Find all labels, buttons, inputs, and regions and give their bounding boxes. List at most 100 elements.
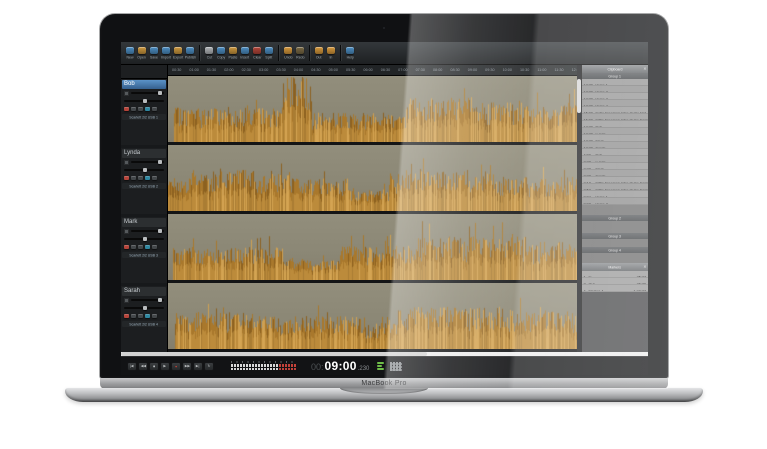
toolbar-export-button[interactable]: Export [172, 43, 184, 63]
pan-slider[interactable] [124, 168, 164, 172]
clipboard-list-item[interactable]: 3:18 Kittie Freeman Intro Outro Daria [582, 177, 648, 184]
marker-row[interactable]: 1 In 25:27 [582, 271, 648, 278]
toolbar-insert-button[interactable]: Insert [239, 43, 251, 63]
marker-row[interactable]: 4 Marker 4 1:40:27 [582, 285, 648, 292]
solo-button[interactable] [138, 314, 143, 318]
toolbar-out-button[interactable]: Out [313, 43, 325, 63]
clipboard-list-item[interactable]: 8:04 Voice 1 [582, 191, 648, 198]
markers-panel-header[interactable]: Markers ✕ [582, 263, 648, 271]
clipboard-list-item[interactable]: 17:30 Voice 3 [582, 93, 648, 100]
fx-button[interactable] [152, 314, 157, 318]
rewind-button[interactable]: ◀◀ [138, 361, 148, 371]
track-waveform-bob[interactable] [168, 76, 577, 142]
clipboard-panel-header[interactable]: Clipboard ✕ [582, 65, 648, 73]
record-arm-button[interactable] [124, 245, 129, 249]
input-select-box[interactable] [124, 297, 129, 303]
toolbar-new-button[interactable]: New [124, 43, 136, 63]
fast-forward-button[interactable]: ▶▶ [182, 361, 192, 371]
pan-slider-thumb[interactable] [143, 306, 148, 310]
input-select-box[interactable] [124, 159, 129, 165]
mute-button[interactable] [131, 107, 136, 111]
track-name-sarah[interactable]: Sarah [122, 287, 166, 296]
record-button[interactable]: ● [171, 361, 181, 371]
pan-slider-thumb[interactable] [143, 168, 148, 172]
track-lane-mark[interactable] [168, 214, 577, 280]
clipboard-list-item[interactable]: 17:30 Voice 4 [582, 100, 648, 107]
toolbar-split-button[interactable]: Split [263, 43, 275, 63]
input-select-box[interactable] [124, 228, 129, 234]
input-select-box[interactable] [124, 90, 129, 96]
volume-slider-thumb[interactable] [158, 91, 163, 95]
toolbar-paste-button[interactable]: Paste [227, 43, 239, 63]
clipboard-list-item[interactable]: 3:38 Lynda [582, 156, 648, 163]
volume-slider-thumb[interactable] [158, 298, 163, 302]
toolbar-import-button[interactable]: Import [160, 43, 172, 63]
track-lane-lynda[interactable] [168, 145, 577, 211]
clipboard-list-item[interactable]: 17:30 Mark [582, 135, 648, 142]
fx-button[interactable] [152, 176, 157, 180]
solo-button[interactable] [138, 107, 143, 111]
record-arm-button[interactable] [124, 176, 129, 180]
fx-button[interactable] [152, 107, 157, 111]
close-icon[interactable]: ✕ [643, 265, 646, 269]
timeline-ruler[interactable]: 00:30 01:00 01:30 02:00 02:30 03:00 03:30 04:00… [168, 65, 577, 76]
clipboard-list-item[interactable]: 3:52 Kittie Freeman Intro Outro Daria [582, 184, 648, 191]
track-name-lynda[interactable]: Lynda [122, 149, 166, 158]
horizontal-scrollbar[interactable] [121, 352, 648, 356]
volume-slider[interactable] [131, 160, 164, 164]
clipboard-list-item[interactable]: 17:30 Sarah [582, 142, 648, 149]
record-arm-button[interactable] [124, 314, 129, 318]
toolbar-cut-button[interactable]: Cut [203, 43, 215, 63]
toolbar-help-button[interactable]: Help [344, 43, 356, 63]
volume-slider[interactable] [131, 229, 164, 233]
track-name-bob[interactable]: Bob [122, 80, 166, 89]
vertical-scrollbar[interactable] [577, 65, 581, 352]
stop-button[interactable]: ■ [149, 361, 159, 371]
toolbar-copy-button[interactable]: Copy [215, 43, 227, 63]
audio-device-selector[interactable]: Scarlett 2i2 USB 4 [122, 321, 166, 327]
toolbar-in-button[interactable]: In [325, 43, 337, 63]
skip-to-start-button[interactable]: |◀ [127, 361, 137, 371]
close-icon[interactable]: ✕ [643, 67, 646, 71]
toolbar-open-button[interactable]: Open [136, 43, 148, 63]
track-waveform-sarah[interactable] [168, 283, 577, 349]
volume-slider[interactable] [131, 91, 164, 95]
monitor-button[interactable] [145, 107, 150, 111]
track-lane-sarah[interactable] [168, 283, 577, 349]
clipboard-list-item[interactable]: 4:00 Bob [582, 149, 648, 156]
clipboard-list-item[interactable]: 17:30 Voice 2 [582, 86, 648, 93]
audio-device-selector[interactable]: Scarlett 2i2 USB 3 [122, 252, 166, 258]
volume-slider-thumb[interactable] [158, 229, 163, 233]
pan-slider[interactable] [124, 237, 164, 241]
monitor-button[interactable] [145, 176, 150, 180]
mixer-grid-icon[interactable] [390, 361, 403, 371]
track-name-mark[interactable]: Mark [122, 218, 166, 227]
fx-button[interactable] [152, 245, 157, 249]
play-button[interactable]: ▶ [160, 361, 170, 371]
clipboard-list-item[interactable]: 17:30 Bob [582, 121, 648, 128]
horizontal-scrollbar-thumb[interactable] [121, 352, 427, 356]
clipboard-list-item[interactable]: 15:00 Katie Freeman Intro Outro Nat [582, 107, 648, 114]
audio-device-selector[interactable]: Scarlett 2i2 USB 1 [122, 114, 166, 120]
toolbar-clear-button[interactable]: Clear [251, 43, 263, 63]
loop-button[interactable]: ↻ [204, 361, 214, 371]
piano-roll-icon[interactable] [377, 362, 385, 370]
vertical-scrollbar-thumb[interactable] [577, 79, 581, 113]
clipboard-list-item[interactable]: 16:00 Kittie Freeman Intro Outro Daria [582, 114, 648, 121]
toolbar-redo-button[interactable]: Redo [294, 43, 306, 63]
track-lane-bob[interactable] [168, 76, 577, 142]
record-arm-button[interactable] [124, 107, 129, 111]
marker-row[interactable]: 2 Out 26:20 [582, 278, 648, 285]
pan-slider-thumb[interactable] [143, 237, 148, 241]
clipboard-list-item[interactable]: 17:30 Voice 1 [582, 79, 648, 86]
volume-slider[interactable] [131, 298, 164, 302]
clipboard-list-item[interactable]: 3:38 Sarah [582, 170, 648, 177]
volume-slider-thumb[interactable] [158, 160, 163, 164]
toolbar-publish-button[interactable]: Publish [184, 43, 196, 63]
track-waveform-mark[interactable] [168, 214, 577, 280]
pan-slider-thumb[interactable] [143, 99, 148, 103]
toolbar-save-button[interactable]: Save [148, 43, 160, 63]
monitor-button[interactable] [145, 314, 150, 318]
mute-button[interactable] [131, 245, 136, 249]
clipboard-list-item[interactable]: 3:38 Mark [582, 163, 648, 170]
